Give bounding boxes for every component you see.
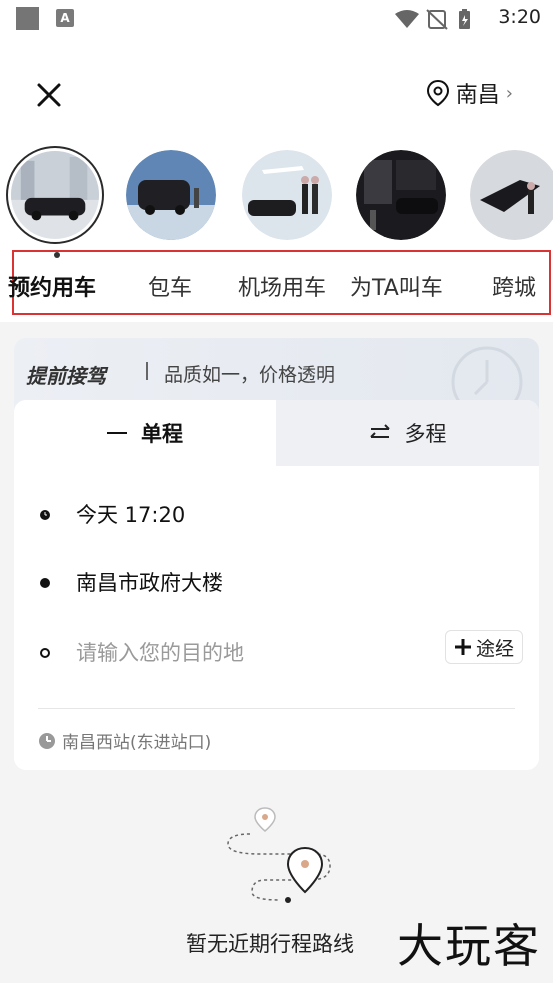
- empty-state: 暂无近期行程路线 大玩客: [0, 790, 553, 983]
- status-icons: [395, 9, 470, 30]
- airport-photo-icon: [242, 150, 332, 240]
- scene-tabs-highlight: 预约用车 包车 机场用车 为TA叫车 跨城: [8, 250, 551, 315]
- status-time: 3:20: [498, 6, 541, 28]
- empty-state-text: 暂无近期行程路线: [186, 932, 354, 956]
- battery-icon: [459, 9, 470, 29]
- city-name: 南昌: [455, 83, 500, 108]
- card-divider: [38, 708, 515, 709]
- suggested-location-label: 南昌西站(东进站口): [62, 733, 212, 753]
- scene-image-airport[interactable]: [242, 150, 332, 240]
- destination-dot-icon: [40, 648, 50, 658]
- scene-image-charter[interactable]: [126, 150, 216, 240]
- tab-single-label: 单程: [141, 422, 183, 446]
- scene-tab-intercity[interactable]: 跨城: [492, 270, 536, 302]
- destination-row[interactable]: 请输入您的目的地 途经: [14, 622, 539, 682]
- scene-tab-reservation[interactable]: 预约用车: [8, 270, 96, 302]
- font-a-icon: A: [56, 9, 74, 27]
- scene-image-for-others[interactable]: [356, 150, 446, 240]
- intercity-photo-icon: [470, 150, 553, 240]
- tab-multi-trip[interactable]: 多程: [276, 400, 539, 466]
- suggested-location[interactable]: 南昌西站(东进站口): [38, 728, 211, 753]
- time-dot-icon: [40, 510, 50, 520]
- banner-divider: [146, 362, 148, 380]
- app-square-icon: [16, 7, 39, 30]
- scene-image-intercity[interactable]: [470, 150, 553, 240]
- waypoint-label: 途经: [475, 637, 514, 660]
- location-pin-icon: [426, 79, 449, 107]
- route-illustration-icon: [227, 807, 331, 903]
- header: 南昌 ›: [0, 38, 553, 142]
- scene-tab-airport[interactable]: 机场用车: [238, 270, 326, 302]
- close-icon[interactable]: [32, 78, 66, 112]
- origin-address: 南昌市政府大楼: [76, 571, 223, 595]
- swap-arrows-icon: [369, 424, 390, 438]
- chevron-right-icon: ›: [505, 82, 513, 104]
- scene-tab-for-others[interactable]: 为TA叫车: [350, 270, 443, 302]
- departure-time-row[interactable]: 今天 17:20: [14, 484, 539, 544]
- status-bar: A 3:20: [0, 0, 553, 38]
- single-trip-icon: [107, 432, 127, 434]
- scene-carousel: 预约用车 包车 机场用车 为TA叫车 跨城: [0, 142, 553, 322]
- watermark: 大玩客: [397, 919, 541, 973]
- banner-title: 提前接驾: [26, 364, 106, 388]
- tab-multi-label: 多程: [404, 422, 447, 446]
- city-selector[interactable]: 南昌 ›: [426, 76, 513, 110]
- trip-card: 单程 多程 今天 17:20 南昌市政府大楼 请输入您的目的地 途经 南昌西站(…: [14, 400, 539, 770]
- departure-time: 今天 17:20: [76, 503, 186, 527]
- tab-single-trip[interactable]: 单程: [14, 400, 276, 466]
- add-waypoint-button[interactable]: 途经: [444, 630, 523, 664]
- no-sim-icon: [426, 9, 448, 30]
- night-car-photo-icon: [356, 150, 446, 240]
- origin-dot-icon: [40, 578, 50, 588]
- wifi-icon: [395, 10, 419, 28]
- car-photo-icon: [11, 151, 99, 239]
- scene-image-reservation[interactable]: [6, 146, 104, 244]
- van-photo-icon: [126, 150, 216, 240]
- origin-row[interactable]: 南昌市政府大楼: [14, 552, 539, 612]
- destination-input[interactable]: 请输入您的目的地: [76, 637, 244, 667]
- banner-subtitle: 品质如一，价格透明: [164, 364, 336, 386]
- history-clock-icon: [39, 732, 55, 749]
- scene-tab-charter[interactable]: 包车: [148, 270, 192, 302]
- plus-icon: [454, 639, 471, 655]
